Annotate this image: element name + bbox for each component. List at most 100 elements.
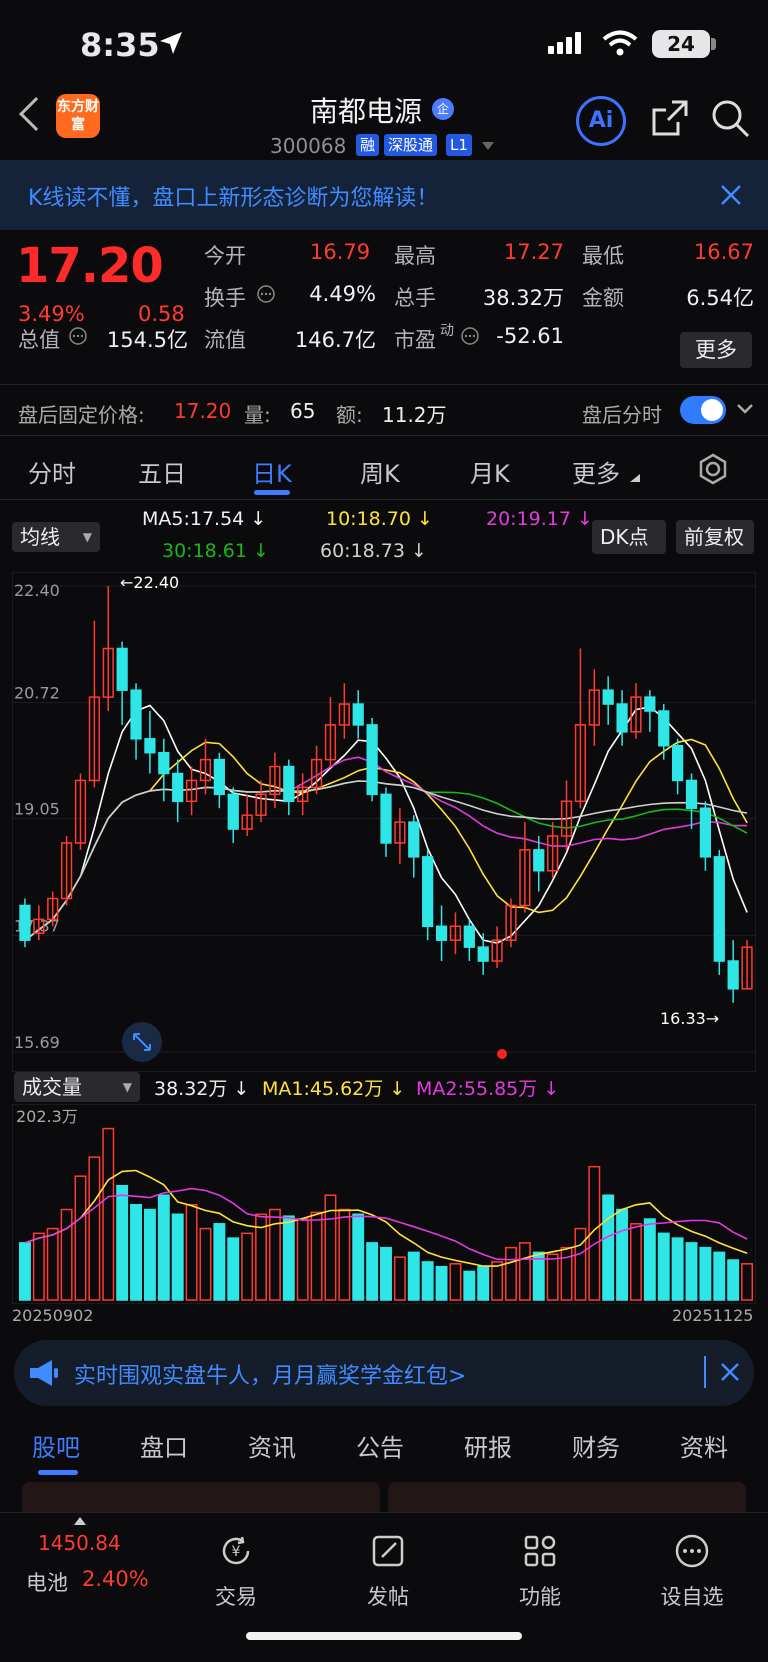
- y-tick-label: 15.69: [14, 1033, 60, 1052]
- candle-body: [366, 724, 378, 796]
- candle-body: [283, 765, 295, 803]
- promo-text: 实时围观实盘牛人，月月赢奖学金红包>: [74, 1364, 467, 1389]
- volume-bar: [227, 1237, 240, 1301]
- caret-icon: [630, 474, 640, 482]
- candle-body: [477, 946, 489, 962]
- more-button[interactable]: 更多: [680, 332, 752, 368]
- stock-name: 南都电源: [310, 95, 423, 128]
- tab-announcements[interactable]: 公告: [356, 1428, 404, 1463]
- info-icon[interactable]: [460, 326, 480, 346]
- period-tabs: 分时 五日 日K 周K 月K 更多: [0, 440, 768, 500]
- banner-text: K线读不懂，盘口上新形态诊断为您解读！: [28, 186, 439, 211]
- candle-body: [658, 710, 670, 747]
- candle-body: [227, 793, 239, 830]
- dk-button[interactable]: DK点: [592, 520, 666, 554]
- high-label: 最高: [394, 244, 436, 268]
- indicator-selector[interactable]: 均线 ▼: [12, 522, 100, 552]
- volume-bar: [477, 1265, 490, 1301]
- ma-legend: 均线 ▼ MA5:17.54 ↓ 10:18.70 ↓ 20:19.17 ↓ 3…: [0, 504, 768, 568]
- candle-body: [602, 689, 614, 705]
- nav-watchlist[interactable]: 设自选: [642, 1533, 742, 1611]
- volume-bar: [616, 1208, 629, 1301]
- tab-intraday[interactable]: 分时: [28, 454, 76, 489]
- candle-body: [116, 647, 128, 691]
- volume-max-label: 202.3万: [16, 1107, 78, 1126]
- nav-trade[interactable]: ¥ 交易: [186, 1533, 286, 1611]
- volume-bar: [366, 1242, 379, 1301]
- index-change: 2.40%: [82, 1567, 149, 1591]
- close-icon[interactable]: [720, 1362, 740, 1382]
- tab-profile[interactable]: 资料: [680, 1428, 728, 1463]
- volume-bar: [352, 1213, 365, 1301]
- ah-price: 17.20: [174, 399, 232, 423]
- info-icon[interactable]: [68, 326, 88, 346]
- search-icon[interactable]: [710, 98, 752, 140]
- tab-forum[interactable]: 股吧: [32, 1428, 80, 1463]
- clock: 8:35: [80, 26, 160, 64]
- indicator-selector-label: 均线: [20, 525, 60, 549]
- volume-chart[interactable]: 202.3万: [12, 1104, 756, 1304]
- float-value-label: 流值: [204, 328, 246, 352]
- ah-amt: 11.2万: [382, 403, 447, 427]
- index-name: 电池: [26, 1571, 68, 1595]
- change-amount: 0.58: [138, 302, 185, 326]
- low-label: 最低: [582, 244, 624, 268]
- nav-post-label: 发帖: [367, 1585, 409, 1609]
- candle-body: [533, 849, 545, 872]
- more-icon: [675, 1534, 709, 1568]
- tab-research[interactable]: 研报: [464, 1428, 512, 1463]
- stock-code: 300068: [270, 134, 347, 158]
- low-value: 16.67: [693, 240, 754, 264]
- svg-text:¥: ¥: [232, 1544, 241, 1560]
- tab-orderbook[interactable]: 盘口: [140, 1428, 188, 1463]
- ah-toggle[interactable]: [680, 396, 726, 424]
- volume-ma1: MA1:45.62万 ↓: [262, 1078, 406, 1100]
- candle-body: [144, 738, 156, 754]
- min-price-label: 16.33→: [660, 1009, 719, 1028]
- candle-body: [727, 960, 739, 990]
- tab-news[interactable]: 资讯: [248, 1428, 296, 1463]
- volume-bar: [685, 1242, 698, 1301]
- home-indicator: [246, 1632, 522, 1640]
- chevron-down-icon[interactable]: [736, 403, 754, 415]
- pe-value: -52.61: [496, 324, 564, 348]
- diagnosis-banner[interactable]: K线读不懂，盘口上新形态诊断为您解读！: [0, 160, 768, 230]
- volume-indicator-selector[interactable]: 成交量 ▼: [14, 1072, 140, 1102]
- change-percent: 3.49%: [18, 302, 85, 326]
- ai-button[interactable]: Ai: [576, 96, 626, 146]
- tab-financials[interactable]: 财务: [572, 1428, 620, 1463]
- nav-trade-label: 交易: [215, 1585, 257, 1609]
- close-icon[interactable]: [720, 184, 742, 206]
- float-value: 146.7亿: [294, 328, 376, 352]
- back-icon[interactable]: [19, 97, 53, 131]
- candle-body: [408, 821, 420, 858]
- volume-value: 38.32万 ↓: [154, 1078, 250, 1100]
- index-value[interactable]: 1450.84: [38, 1531, 121, 1555]
- amount-label: 金额: [582, 286, 624, 310]
- ma5-value: MA5:17.54 ↓: [142, 508, 267, 530]
- adjust-button[interactable]: 前复权: [676, 520, 754, 554]
- dropdown-icon[interactable]: [482, 142, 494, 150]
- tab-monthly-k[interactable]: 月K: [470, 454, 510, 489]
- share-icon[interactable]: [650, 98, 690, 138]
- gear-icon[interactable]: [696, 452, 730, 486]
- kline-chart[interactable]: 22.4020.7219.0517.3715.69 ←22.40 16.33→: [12, 572, 756, 1072]
- promo-banner[interactable]: 实时围观实盘牛人，月月赢奖学金红包>: [14, 1340, 754, 1406]
- turnover-label: 换手: [204, 286, 246, 310]
- candle-body: [463, 925, 475, 948]
- after-hours-bar: 盘后固定价格: 17.20 量: 65 额: 11.2万 盘后分时: [0, 384, 768, 436]
- candle-body: [685, 779, 698, 809]
- date-end-label: 20251125: [672, 1306, 754, 1325]
- tab-five-day[interactable]: 五日: [138, 454, 186, 489]
- battery-cap: [711, 38, 716, 50]
- tab-weekly-k[interactable]: 周K: [360, 454, 400, 489]
- info-icon[interactable]: [256, 284, 276, 304]
- volume-bar: [18, 1242, 31, 1301]
- nav-functions[interactable]: 功能: [490, 1533, 590, 1611]
- nav-post[interactable]: 发帖: [338, 1533, 438, 1611]
- ma10-value: 10:18.70 ↓: [326, 508, 433, 530]
- tab-more[interactable]: 更多: [572, 454, 620, 489]
- card-peek-right: [388, 1482, 746, 1514]
- tab-daily-k[interactable]: 日K: [252, 454, 292, 489]
- ah-amt-label: 额:: [336, 403, 363, 427]
